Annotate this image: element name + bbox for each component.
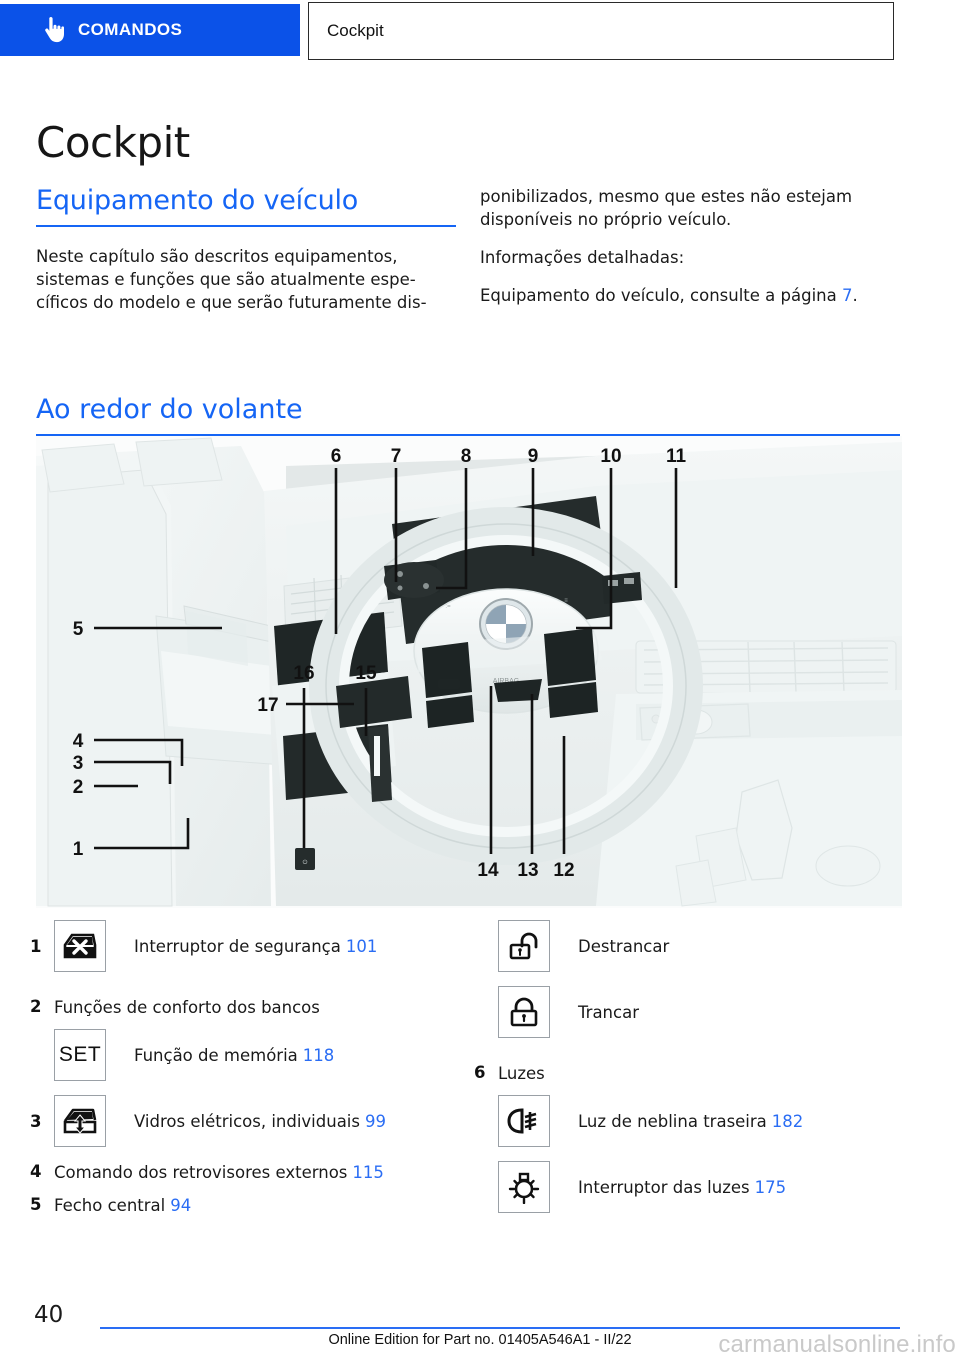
legend-item-6: 6 Luzes [474, 1062, 924, 1085]
intro-right-column: ponibilizados, mesmo que estes não estej… [480, 185, 900, 307]
svg-text:⏻: ⏻ [303, 859, 308, 866]
legend-number-4: 4 [30, 1162, 42, 1181]
legend-item-1: 1 Interruptor de segurança 101 [30, 920, 475, 972]
lock-icon [498, 986, 550, 1038]
callout-4: 4 [73, 731, 84, 752]
chapter-tab-label: COMANDOS [78, 20, 183, 39]
light-switch-icon [498, 1161, 550, 1213]
legend-page-1[interactable]: 101 [346, 937, 378, 956]
callout-6: 6 [331, 446, 342, 467]
legend-item-3: 3 Vidros elétricos, individuais 99 [30, 1095, 475, 1147]
cockpit-illustration: AIRBAG := ≡ ⏻ 6 7 8 9 10 11 5 17 4 3 2 1… [36, 436, 902, 908]
callout-14: 14 [477, 860, 499, 881]
legend-left-column: 1 Interruptor de segurança 101 2 Funções … [30, 920, 475, 1227]
legend-right-column: Destrancar Trancar 6 Luzes Luz de neblin… [474, 920, 924, 1221]
callout-11: 11 [666, 446, 687, 467]
breadcrumb: Cockpit [308, 2, 894, 60]
legend-item-4: 4 Comando dos retrovisores externos 115 [30, 1161, 475, 1184]
footer-page-number: 40 [34, 1302, 64, 1328]
legend-item-lock: Trancar [474, 986, 924, 1038]
window-safety-switch-icon [54, 920, 106, 972]
legend-item-5: 5 Fecho central 94 [30, 1194, 475, 1217]
svg-text::=: := [445, 604, 451, 610]
legend-label-unlock: Destrancar [578, 936, 670, 956]
callout-17: 17 [257, 695, 278, 716]
legend-item-unlock: Destrancar [474, 920, 924, 972]
legend-label-2-sub-1: Função de memória 118 [134, 1044, 334, 1067]
section-heading-equipment: Equipamento do veículo [36, 185, 456, 227]
equipment-right-paragraph-3: Equipamento do veículo, consulte a págin… [480, 284, 900, 307]
legend-number-3: 3 [30, 1112, 42, 1131]
legend-label-6-sub-1: Luz de neblina traseira 182 [578, 1110, 803, 1133]
legend-label-6-sub-2-text: Interruptor das luzes [578, 1177, 750, 1197]
page-footer: 40 Online Edition for Part no. 01405A546… [0, 1288, 960, 1362]
legend-number-6: 6 [474, 1063, 486, 1082]
legend-label-4: Comando dos retrovisores externos 115 [54, 1161, 384, 1184]
callout-2: 2 [73, 777, 84, 798]
legend-label-2-sub-1-text: Função de memória [134, 1045, 298, 1065]
legend-page-6-sub-1[interactable]: 182 [772, 1112, 804, 1131]
legend-label-5-text: Fecho central [54, 1196, 166, 1215]
equipment-right-paragraph-2: Informações detalhadas: [480, 248, 685, 267]
callout-16: 16 [293, 663, 314, 684]
legend-page-3[interactable]: 99 [365, 1112, 386, 1131]
legend-page-5[interactable]: 94 [170, 1196, 191, 1215]
legend-label-3: Vidros elétricos, individuais 99 [134, 1110, 386, 1133]
equipment-right-paragraph-1: ponibilizados, mesmo que estes não estej… [480, 187, 853, 229]
legend-page-6-sub-2[interactable]: 175 [755, 1178, 787, 1197]
legend-item-6-sub-1: Luz de neblina traseira 182 [474, 1095, 924, 1147]
callout-7: 7 [391, 446, 402, 467]
legend-label-5: Fecho central 94 [54, 1194, 191, 1217]
intro-left-column: Equipamento do veículo Neste capítulo sã… [36, 185, 456, 314]
callout-10: 10 [600, 446, 621, 467]
footer-rule [100, 1327, 900, 1329]
legend-label-6: Luzes [498, 1064, 545, 1083]
legend-label-4-text: Comando dos retrovisores externos [54, 1163, 348, 1182]
legend-page-2-sub-1[interactable]: 118 [303, 1046, 335, 1065]
legend-label-lock: Trancar [578, 1002, 639, 1022]
cockpit-diagram: AIRBAG := ≡ ⏻ 6 7 8 9 10 11 5 17 4 3 2 1… [36, 436, 902, 908]
legend-label-2: Funções de conforto dos bancos [54, 998, 320, 1017]
legend-gap-1 [30, 980, 475, 996]
unlock-icon [498, 920, 550, 972]
callout-9: 9 [528, 446, 539, 467]
equipment-crossref-page[interactable]: 7 [842, 286, 853, 305]
legend-label-6-sub-1-text: Luz de neblina traseira [578, 1111, 767, 1131]
set-memory-icon: SET [54, 1029, 106, 1081]
legend-number-2: 2 [30, 997, 42, 1016]
page-header: COMANDOS Cockpit [0, 0, 960, 70]
svg-text:≡: ≡ [564, 598, 568, 604]
section-heading-steering: Ao redor do volante [36, 394, 900, 437]
callout-5: 5 [73, 619, 84, 640]
legend-page-4[interactable]: 115 [352, 1163, 384, 1182]
equipment-crossref-text: Equipamento do veículo, consulte a págin… [480, 286, 842, 305]
legend-number-5: 5 [30, 1195, 42, 1214]
legend-label-1: Interruptor de segurança 101 [134, 935, 377, 958]
legend-item-6-sub-2: Interruptor das luzes 175 [474, 1161, 924, 1213]
watermark: carmanualsonline.info [718, 1331, 956, 1358]
legend-item-2: 2 Funções de conforto dos bancos [30, 996, 475, 1019]
callout-13: 13 [517, 860, 538, 881]
page-title: Cockpit [36, 118, 190, 168]
rear-fog-light-icon [498, 1095, 550, 1147]
callout-1: 1 [73, 839, 84, 860]
legend-item-2-sub-1: SET Função de memória 118 [30, 1029, 475, 1081]
legend-gap-right-2 [474, 1046, 924, 1062]
equipment-left-paragraph: Neste capítulo são descritos equipamento… [36, 247, 427, 312]
callout-3: 3 [73, 753, 84, 774]
equipment-crossref-suffix: . [852, 286, 858, 305]
legend-number-1: 1 [30, 937, 42, 956]
legend-label-3-text: Vidros elétricos, individuais [134, 1111, 360, 1131]
callout-8: 8 [461, 446, 472, 467]
legend-label-1-text: Interruptor de segurança [134, 936, 341, 956]
callout-12: 12 [553, 860, 574, 881]
power-window-icon [54, 1095, 106, 1147]
pointing-hand-icon [42, 17, 64, 43]
chapter-tab-comandos[interactable]: COMANDOS [0, 4, 300, 56]
legend-label-6-sub-2: Interruptor das luzes 175 [578, 1176, 786, 1199]
set-memory-icon-text: SET [58, 1043, 102, 1066]
breadcrumb-label: Cockpit [327, 21, 384, 40]
callout-15: 15 [355, 663, 377, 684]
